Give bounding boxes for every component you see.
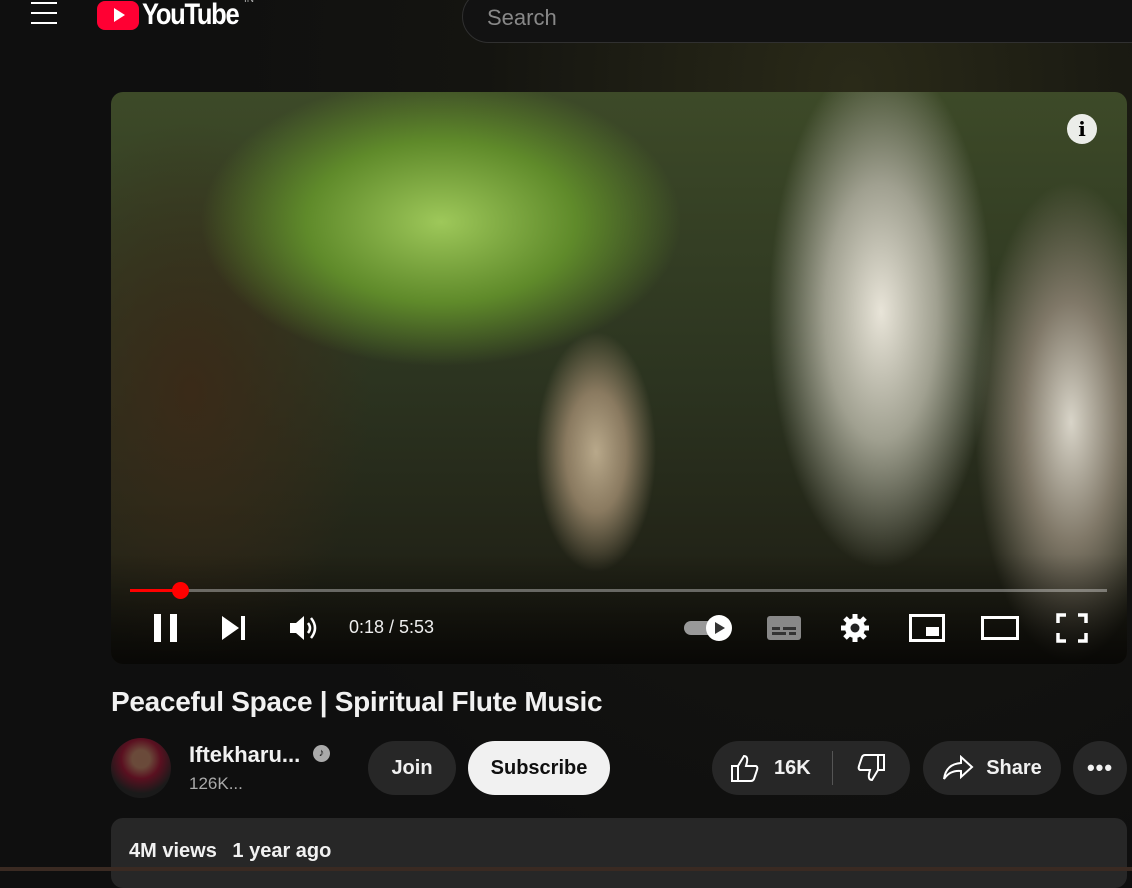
upload-age: 1 year ago: [232, 840, 332, 862]
fullscreen-icon: [1056, 613, 1088, 643]
window-edge: [0, 867, 1132, 871]
pause-icon: [154, 614, 177, 642]
logo-text: YouTube: [142, 0, 240, 31]
theater-icon: [981, 616, 1019, 640]
channel-name[interactable]: Iftekharu...: [189, 742, 300, 768]
join-button[interactable]: Join: [368, 741, 456, 795]
volume-button[interactable]: [287, 609, 323, 647]
scrubber-handle[interactable]: [171, 582, 189, 599]
subscriber-count: 126K...: [189, 774, 243, 793]
thumbs-up-icon: [731, 754, 759, 782]
channel-avatar[interactable]: [111, 738, 171, 798]
subtitles-icon: [767, 616, 801, 640]
autoplay-icon: [684, 615, 732, 641]
dislike-button[interactable]: [833, 741, 909, 795]
like-count: 16K: [774, 756, 811, 779]
info-icon[interactable]: i: [1067, 114, 1097, 144]
miniplayer-button[interactable]: [908, 609, 946, 647]
more-actions-button[interactable]: •••: [1073, 741, 1127, 795]
youtube-play-icon: [97, 0, 139, 30]
thumbs-down-icon: [857, 754, 885, 782]
video-player[interactable]: i 0:18 / 5:53: [111, 92, 1127, 664]
progress-bar[interactable]: [130, 582, 1107, 599]
share-icon: [943, 755, 974, 780]
share-button[interactable]: Share: [923, 741, 1061, 795]
like-dislike-group: 16K: [712, 741, 910, 795]
volume-icon: [290, 616, 317, 640]
settings-button[interactable]: [838, 609, 872, 647]
fullscreen-button[interactable]: [1054, 609, 1090, 647]
video-title: Peaceful Space | Spiritual Flute Music: [111, 686, 603, 717]
share-label: Share: [986, 756, 1042, 779]
miniplayer-icon: [909, 614, 945, 642]
theater-mode-button[interactable]: [980, 609, 1020, 647]
controls-shade: [111, 554, 1127, 664]
time-display: 0:18 / 5:53: [349, 617, 435, 637]
next-button[interactable]: [217, 609, 251, 647]
description-box[interactable]: 4M views 1 year ago: [111, 818, 1127, 888]
music-verified-icon: ♪: [313, 745, 330, 762]
pause-button[interactable]: [149, 609, 183, 647]
view-count: 4M views: [129, 840, 217, 862]
youtube-logo[interactable]: YouTube IN: [97, 0, 255, 31]
subscribe-button[interactable]: Subscribe: [468, 741, 610, 795]
subtitles-button[interactable]: [765, 609, 803, 647]
autoplay-toggle[interactable]: [681, 609, 735, 647]
like-button[interactable]: 16K: [712, 741, 832, 795]
more-icon: •••: [1086, 755, 1114, 780]
next-icon: [222, 616, 245, 640]
menu-icon[interactable]: [31, 2, 57, 24]
gear-icon: [841, 614, 869, 642]
search-input[interactable]: Search: [462, 0, 1132, 43]
country-code: IN: [244, 0, 254, 5]
